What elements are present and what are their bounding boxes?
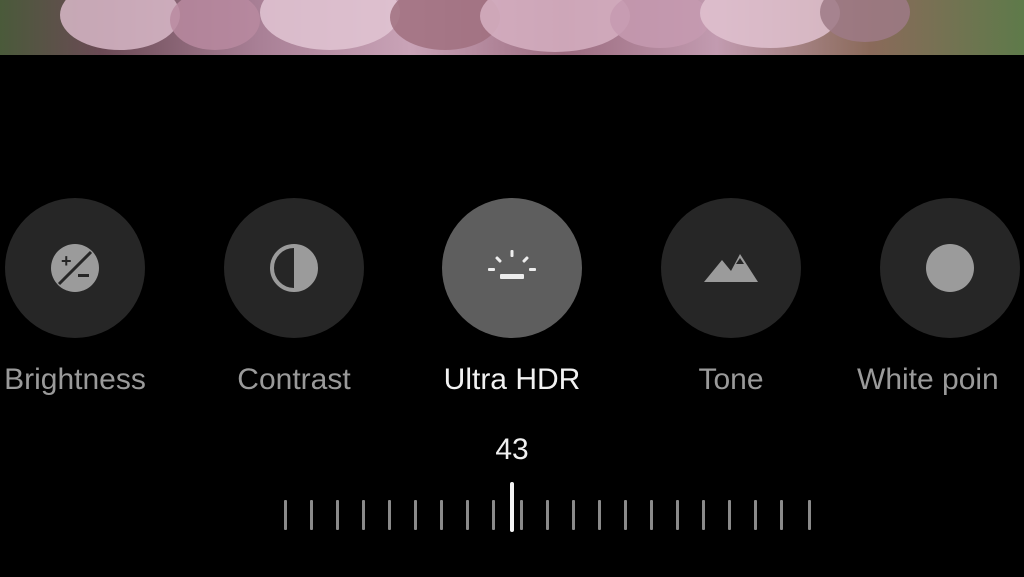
contrast-button[interactable] <box>224 198 364 338</box>
slider-value: 43 <box>495 433 529 466</box>
slider-tick <box>284 500 287 530</box>
ultra-hdr-icon <box>488 250 536 279</box>
tone-button[interactable] <box>661 198 801 338</box>
adjustment-slider[interactable] <box>270 478 830 538</box>
slider-tick <box>388 500 391 530</box>
tone-label: Tone <box>698 363 764 396</box>
white-point-button[interactable] <box>880 198 1020 338</box>
brightness-button[interactable]: + <box>5 198 145 338</box>
slider-tick <box>650 500 653 530</box>
slider-tick <box>598 500 601 530</box>
circle-icon <box>926 244 974 292</box>
photo-preview <box>0 0 1024 55</box>
adjust-tool-labels: Brightness Contrast Ultra HDR Tone White… <box>0 358 1024 402</box>
slider-tick <box>808 500 811 530</box>
contrast-icon <box>270 244 318 292</box>
slider-tick <box>492 500 495 530</box>
slider-tick <box>572 500 575 530</box>
slider-tick <box>780 500 783 530</box>
slider-tick <box>702 500 705 530</box>
contrast-label: Contrast <box>237 363 351 396</box>
white-point-label: White poin <box>857 363 999 396</box>
ultra-hdr-button[interactable] <box>442 198 582 338</box>
slider-tick <box>466 500 469 530</box>
mountain-icon <box>704 254 758 282</box>
slider-tick <box>440 500 443 530</box>
brightness-icon: + <box>51 244 99 292</box>
svg-text:+: + <box>61 251 72 271</box>
slider-tick <box>362 500 365 530</box>
slider-tick <box>728 500 731 530</box>
slider-tick <box>676 500 679 530</box>
slider-tick <box>520 500 523 530</box>
slider-tick <box>624 500 627 530</box>
ultra-hdr-label: Ultra HDR <box>443 363 581 396</box>
slider-tick <box>414 500 417 530</box>
slider-thumb[interactable] <box>510 482 514 532</box>
slider-tick <box>336 500 339 530</box>
brightness-label: Brightness <box>4 363 146 396</box>
slider-tick <box>546 500 549 530</box>
slider-tick <box>754 500 757 530</box>
slider-tick <box>310 500 313 530</box>
adjust-tools-row: + <box>0 198 1024 340</box>
